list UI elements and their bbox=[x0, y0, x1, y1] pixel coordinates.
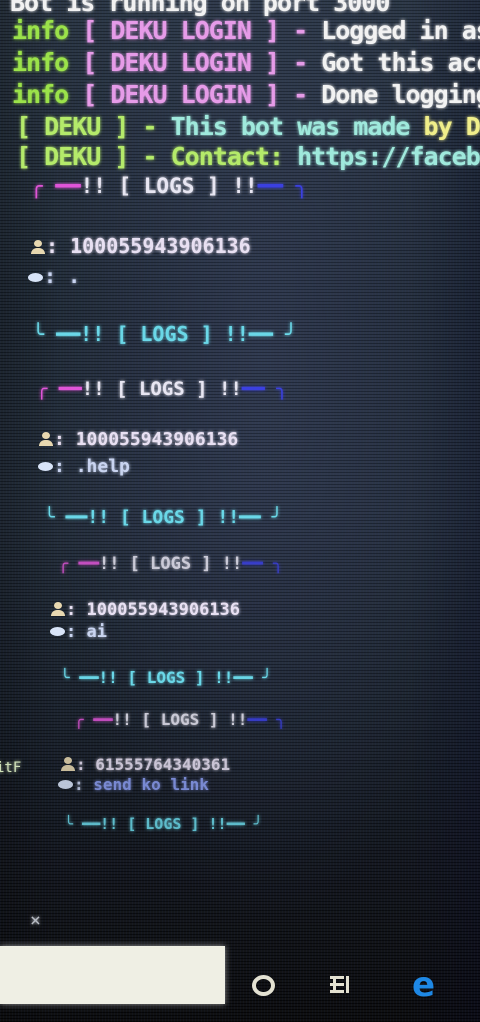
message-icon bbox=[28, 270, 44, 284]
log-message-line: : . bbox=[28, 264, 80, 288]
log-footer: ╰ ━━!! [ LOGS ] !!━━ ╯ bbox=[64, 815, 263, 833]
message-icon bbox=[38, 459, 54, 473]
deku-contact-line: [ DEKU ] - Contact: https://facebo bbox=[16, 142, 480, 171]
log-footer: ╰ ━━!! [ LOGS ] !!━━ ╯ bbox=[44, 507, 283, 528]
taskbar-search-box[interactable] bbox=[0, 946, 225, 1004]
message-icon bbox=[50, 624, 66, 638]
log-user-line: : 100055943906136 bbox=[30, 234, 251, 258]
side-window-text: itF bbox=[0, 760, 22, 776]
server-status-line: Bot is running on port 3000 bbox=[10, 0, 390, 17]
log-footer: ╰ ━━!! [ LOGS ] !!━━ ╯ bbox=[32, 322, 297, 346]
log-header: ╭ ━━!! [ LOGS ] !!━━ ╮ bbox=[58, 554, 284, 574]
log-header: ╭ ━━!! [ LOGS ] !!━━ ╮ bbox=[74, 710, 286, 729]
log-message-line: : .help bbox=[38, 456, 130, 477]
message-icon bbox=[58, 777, 74, 791]
task-view-icon[interactable] bbox=[330, 974, 354, 996]
log-user-line: : 100055943906136 bbox=[50, 600, 240, 620]
user-icon bbox=[50, 602, 66, 616]
log-header: ╭ ━━!! [ LOGS ] !!━━ ╮ bbox=[36, 378, 288, 400]
log-user-line: : 61555764340361 bbox=[60, 755, 230, 774]
log-footer: ╰ ━━!! [ LOGS ] !!━━ ╯ bbox=[60, 668, 272, 687]
log-user-line: : 100055943906136 bbox=[38, 429, 238, 450]
log-message-line: : ai bbox=[50, 622, 107, 642]
log-header: ╭ ━━!! [ LOGS ] !!━━ ╮ bbox=[30, 174, 309, 198]
close-button[interactable]: × bbox=[30, 910, 41, 931]
edge-browser-icon[interactable]: e bbox=[412, 968, 435, 1002]
user-icon bbox=[60, 757, 76, 771]
deku-credit-line: [ DEKU ] - This bot was made by De bbox=[16, 112, 480, 141]
log-message-line: : send ko link bbox=[58, 775, 209, 794]
info-line: info [ DEKU LOGIN ] - Done logging bbox=[12, 80, 480, 109]
info-line: info [ DEKU LOGIN ] - Got this acc bbox=[12, 48, 480, 77]
user-icon bbox=[30, 240, 46, 254]
cortana-circle-icon[interactable] bbox=[252, 975, 275, 996]
info-line: info [ DEKU LOGIN ] - Logged in as bbox=[12, 16, 480, 45]
user-icon bbox=[38, 432, 54, 446]
